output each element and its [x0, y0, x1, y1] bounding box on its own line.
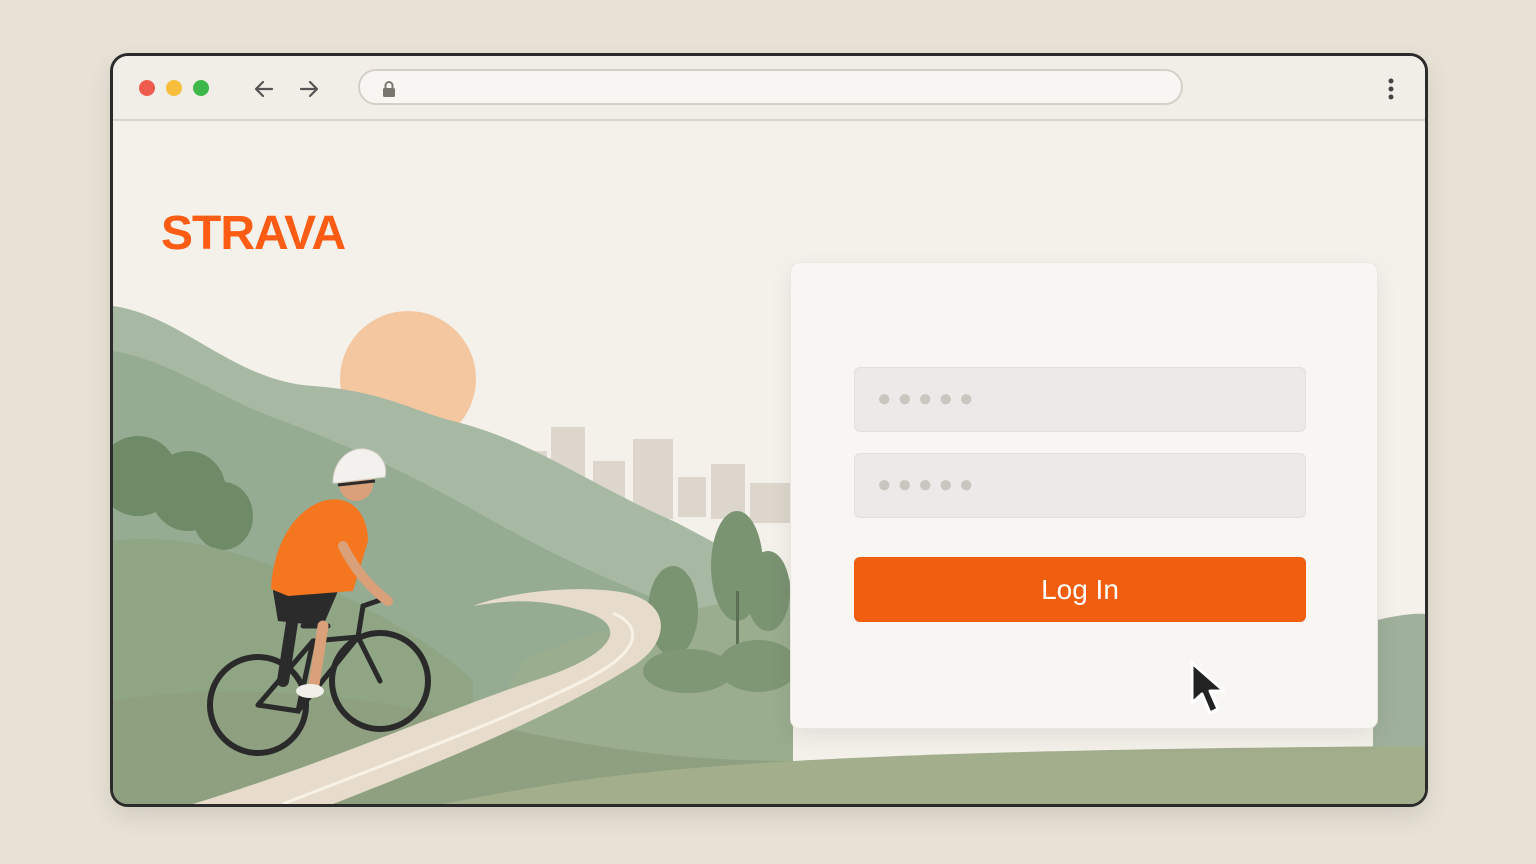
login-button[interactable]: Log In	[854, 557, 1306, 622]
close-window-icon[interactable]	[139, 80, 155, 96]
forward-button[interactable]	[296, 76, 322, 102]
strava-logo: STRAVA	[161, 207, 346, 260]
username-input[interactable]	[854, 367, 1306, 432]
kebab-menu-icon	[1388, 78, 1394, 100]
browser-window: STRAVA Log In	[110, 53, 1428, 807]
password-input[interactable]	[854, 453, 1306, 518]
login-card: Log In	[790, 262, 1378, 729]
arrow-right-icon	[299, 80, 319, 98]
lock-icon	[383, 81, 395, 97]
browser-toolbar	[113, 56, 1425, 121]
page-content: STRAVA Log In	[113, 121, 1425, 804]
arrow-left-icon	[254, 80, 274, 98]
address-bar[interactable]	[358, 69, 1183, 105]
minimize-window-icon[interactable]	[166, 80, 182, 96]
browser-menu-button[interactable]	[1379, 75, 1403, 103]
back-button[interactable]	[251, 76, 277, 102]
maximize-window-icon[interactable]	[193, 80, 209, 96]
